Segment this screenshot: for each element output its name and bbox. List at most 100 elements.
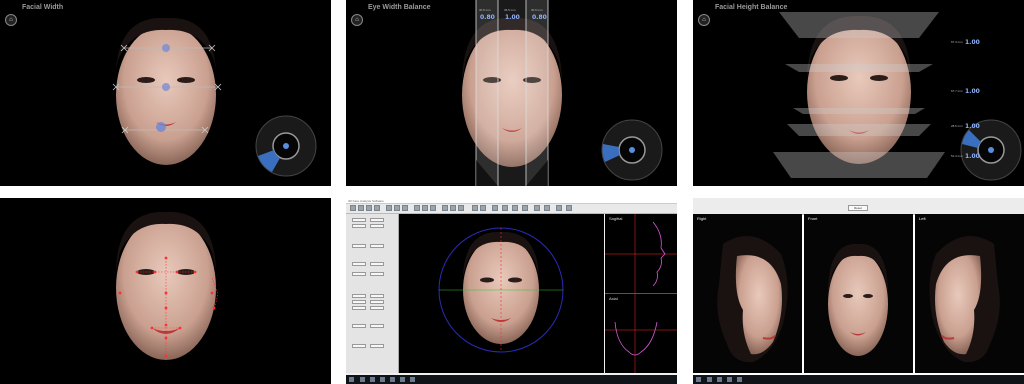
app-icon[interactable]: [410, 377, 415, 382]
inter-eye-band: [498, 0, 526, 186]
grid-icon[interactable]: [430, 205, 436, 211]
views-toolbar: Reset: [693, 198, 1024, 215]
export-icon[interactable]: [472, 205, 478, 211]
panel-button[interactable]: [370, 344, 384, 348]
panel-button[interactable]: [352, 324, 366, 328]
right-eye: [177, 77, 195, 83]
panel-button[interactable]: [370, 218, 384, 222]
toolbar: [346, 204, 677, 214]
view-side-icon[interactable]: [450, 205, 456, 211]
height-row-2-mm: 67.7 mm: [951, 89, 963, 93]
height-row-4-ratio: 1.00: [965, 153, 980, 160]
left-view[interactable]: Left: [915, 214, 1024, 373]
lock-icon[interactable]: [534, 205, 540, 211]
app-icon[interactable]: [400, 377, 405, 382]
panel-button[interactable]: [370, 294, 384, 298]
nose-band: [793, 108, 925, 114]
landmark-icon[interactable]: [422, 205, 428, 211]
capture-icon[interactable]: [502, 205, 508, 211]
left-eye: [137, 77, 155, 83]
height-row-1-mm: 67.3 mm: [951, 40, 963, 44]
task-view-icon[interactable]: [717, 377, 722, 382]
camera-icon[interactable]: [492, 205, 498, 211]
panel-button[interactable]: [352, 294, 366, 298]
panel-button[interactable]: [370, 262, 384, 266]
color-icon[interactable]: [566, 205, 572, 211]
panel-button[interactable]: [352, 344, 366, 348]
sagittal-view[interactable]: Sagittal: [605, 214, 677, 294]
axial-view[interactable]: Axial: [605, 294, 677, 373]
face: [807, 20, 911, 164]
measurement-dial: [255, 115, 317, 177]
layout-icon[interactable]: [512, 205, 518, 211]
save-icon[interactable]: [358, 205, 364, 211]
panel-button[interactable]: [352, 306, 366, 310]
open-icon[interactable]: [350, 205, 356, 211]
right-view[interactable]: Right: [693, 214, 802, 373]
viewport-canvas: [438, 227, 564, 353]
panel-button[interactable]: [352, 262, 366, 266]
right-eye-band: [526, 0, 548, 186]
print-icon[interactable]: [480, 205, 486, 211]
3d-viewport[interactable]: [399, 214, 604, 373]
folder-icon[interactable]: [737, 377, 742, 382]
inter-eye-mm: 36.5 mm: [504, 8, 516, 12]
panel-button[interactable]: [352, 300, 366, 304]
search-icon[interactable]: [360, 377, 365, 382]
upper-third-band: [779, 12, 939, 38]
start-icon[interactable]: [349, 377, 354, 382]
left-eye-mm: 30.5 mm: [479, 8, 491, 12]
view-top-icon[interactable]: [458, 205, 464, 211]
height-row-1-ratio: 1.00: [965, 39, 980, 46]
landmarks-canvas: [116, 211, 219, 360]
zoom-icon[interactable]: [394, 205, 400, 211]
height-row-2-ratio: 1.00: [965, 88, 980, 95]
facial-width-panel: Facial Width ⌂: [0, 0, 331, 186]
height-row-3-mm: 28.6 mm: [951, 124, 963, 128]
height-row-3-ratio: 1.00: [965, 123, 980, 130]
panel-button[interactable]: [352, 272, 366, 276]
browser-icon[interactable]: [380, 377, 385, 382]
measure-icon[interactable]: [414, 205, 420, 211]
redo-icon[interactable]: [374, 205, 380, 211]
search-icon[interactable]: [707, 377, 712, 382]
software-window: 3D Face Analysis Software Sagittal Axial: [346, 198, 677, 384]
task-view-icon[interactable]: [370, 377, 375, 382]
folder-icon[interactable]: [390, 377, 395, 382]
panel-button[interactable]: [370, 244, 384, 248]
lip-band: [787, 124, 931, 136]
three-views-window: Reset Right Front Left: [693, 198, 1024, 384]
settings-icon[interactable]: [522, 205, 528, 211]
inter-eye-ratio: 1.00: [505, 14, 520, 21]
measurement-dial: [601, 119, 663, 181]
panel-button[interactable]: [370, 300, 384, 304]
view-front-icon[interactable]: [442, 205, 448, 211]
panel-button[interactable]: [370, 324, 384, 328]
eye-width-panel: Eye Width Balance ⌂ 30.5 mm 36.5 mm 30.6…: [346, 0, 677, 186]
left-eye-band: [476, 0, 498, 186]
taskbar: [346, 375, 677, 384]
right-eye-ratio: 0.80: [532, 14, 547, 21]
front-view[interactable]: Front: [804, 214, 913, 373]
info-icon[interactable]: [556, 205, 562, 211]
undo-icon[interactable]: [366, 205, 372, 211]
right-eye-mm: 30.6 mm: [531, 8, 543, 12]
panel-button[interactable]: [352, 244, 366, 248]
panel-button[interactable]: [370, 224, 384, 228]
control-panel: [346, 214, 399, 373]
taskbar: [693, 375, 1024, 384]
left-eye-ratio: 0.80: [480, 14, 495, 21]
chin-band: [773, 152, 945, 178]
panel-button[interactable]: [352, 224, 366, 228]
panel-button[interactable]: [352, 218, 366, 222]
middle-band: [785, 64, 933, 72]
reset-button[interactable]: Reset: [848, 205, 868, 211]
panel-button[interactable]: [370, 306, 384, 310]
help-icon[interactable]: [544, 205, 550, 211]
browser-icon[interactable]: [727, 377, 732, 382]
panel-button[interactable]: [370, 272, 384, 276]
height-row-4-mm: 51.3 mm: [951, 154, 963, 158]
pan-icon[interactable]: [402, 205, 408, 211]
rotate-icon[interactable]: [386, 205, 392, 211]
start-icon[interactable]: [696, 377, 701, 382]
